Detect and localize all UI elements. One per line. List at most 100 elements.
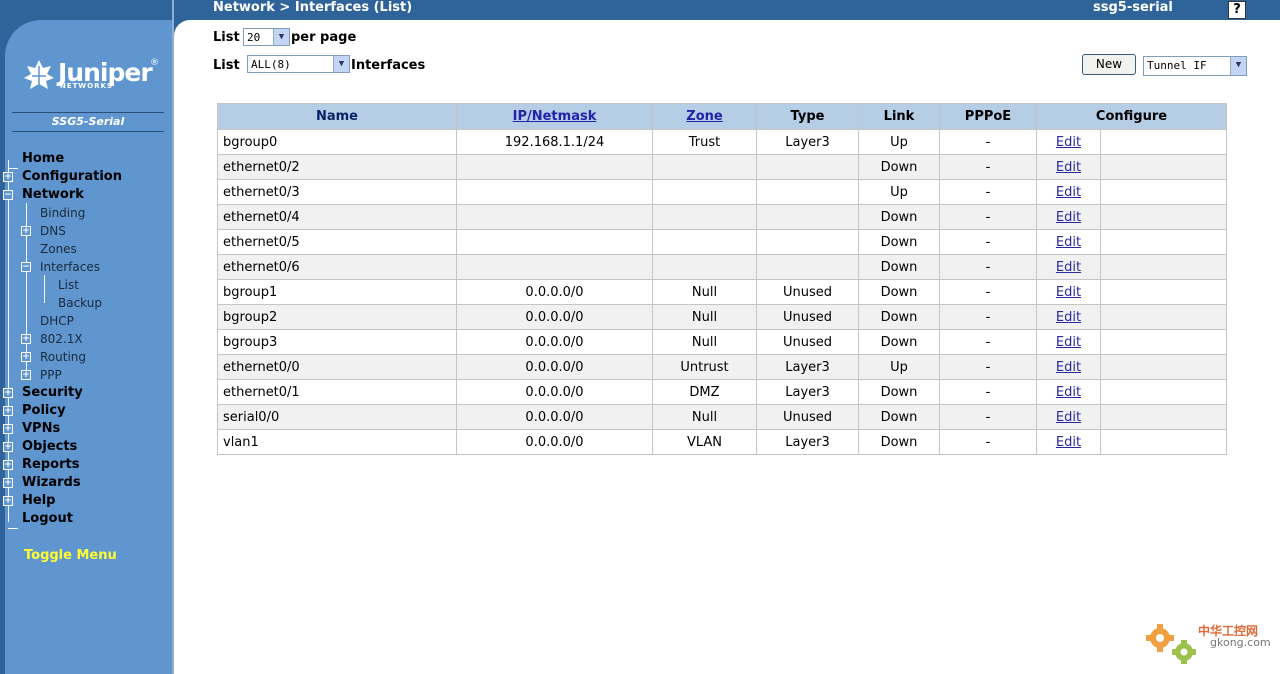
cell-configure-extra [1100, 129, 1227, 155]
expand-icon[interactable]: + [21, 334, 31, 344]
nav-item-home[interactable]: Home [22, 150, 64, 168]
sort-link-zone[interactable]: Zone [686, 109, 722, 124]
cell-configure-extra [1100, 379, 1227, 405]
edit-link[interactable]: Edit [1056, 235, 1081, 250]
cell-configure: Edit [1036, 129, 1101, 155]
table-row: vlan1 0.0.0.0/0 VLAN Layer3 Down - Edit [217, 429, 1227, 455]
cell-type [756, 254, 859, 280]
nav-item-routing[interactable]: + Routing [21, 348, 86, 366]
collapse-icon[interactable]: − [3, 190, 13, 200]
nav-label: DNS [40, 224, 66, 238]
nav-item-interfaces[interactable]: − Interfaces [21, 258, 100, 276]
expand-icon[interactable]: + [3, 406, 13, 416]
nav-item-configuration[interactable]: + Configuration [3, 168, 122, 186]
nav-item-wizards[interactable]: + Wizards [3, 474, 81, 492]
table-row: ethernet0/3 Up - Edit [217, 179, 1227, 205]
nav-item-vpns[interactable]: + VPNs [3, 420, 61, 438]
cell-zone [652, 254, 757, 280]
cell-configure-extra [1100, 254, 1227, 280]
nav-item-help[interactable]: + Help [3, 492, 55, 510]
edit-link[interactable]: Edit [1056, 210, 1081, 225]
nav-item-backup[interactable]: Backup [58, 294, 102, 312]
nav-item-ppp[interactable]: + PPP [21, 366, 62, 384]
nav-label: Interfaces [40, 260, 100, 274]
edit-link[interactable]: Edit [1056, 385, 1081, 400]
edit-link[interactable]: Edit [1056, 185, 1081, 200]
nav-item-security[interactable]: + Security [3, 384, 83, 402]
list-label-2: List [213, 58, 240, 73]
toggle-menu-link[interactable]: Toggle Menu [24, 548, 117, 563]
interface-filter-select[interactable]: ALL(8) ▼ [247, 55, 350, 73]
edit-link[interactable]: Edit [1056, 260, 1081, 275]
expand-icon[interactable]: + [3, 388, 13, 398]
cell-zone [652, 204, 757, 230]
cell-ip: 0.0.0.0/0 [456, 304, 653, 330]
table-row: bgroup3 0.0.0.0/0 Null Unused Down - Edit [217, 329, 1227, 355]
watermark-domain: gkong.com [1210, 636, 1271, 649]
chevron-down-icon[interactable]: ▼ [273, 29, 289, 45]
cell-configure: Edit [1036, 204, 1101, 230]
expand-icon[interactable]: + [3, 496, 13, 506]
nav-item-network[interactable]: − Network [3, 186, 84, 204]
nav-item-objects[interactable]: + Objects [3, 438, 77, 456]
interfaces-label: Interfaces [351, 58, 426, 73]
edit-link[interactable]: Edit [1056, 285, 1081, 300]
cell-configure: Edit [1036, 429, 1101, 455]
expand-icon[interactable]: + [21, 226, 31, 236]
edit-link[interactable]: Edit [1056, 160, 1081, 175]
table-row: ethernet0/6 Down - Edit [217, 254, 1227, 280]
interface-type-select[interactable]: Tunnel IF ▼ [1143, 56, 1247, 76]
nav-label: VPNs [22, 421, 61, 436]
expand-icon[interactable]: + [3, 424, 13, 434]
edit-link[interactable]: Edit [1056, 435, 1081, 450]
edit-link[interactable]: Edit [1056, 410, 1081, 425]
nav-item-zones[interactable]: Zones [40, 240, 77, 258]
nav-item-dns[interactable]: + DNS [21, 222, 66, 240]
chevron-down-icon[interactable]: ▼ [1230, 57, 1246, 75]
expand-icon[interactable]: + [21, 352, 31, 362]
per-page-select[interactable]: 20 ▼ [243, 28, 290, 46]
edit-link[interactable]: Edit [1056, 360, 1081, 375]
col-header-ip[interactable]: IP/Netmask [456, 103, 653, 130]
nav-label: Reports [22, 457, 80, 472]
cell-configure-extra [1100, 279, 1227, 305]
cell-link: Up [858, 354, 940, 380]
nav-item-list[interactable]: List [58, 276, 79, 294]
cell-name: ethernet0/1 [217, 379, 457, 405]
cell-pppoe: - [939, 429, 1037, 455]
watermark: 中华工控网 gkong.com [1140, 614, 1274, 670]
col-header-type: Type [756, 103, 859, 130]
new-button[interactable]: New [1082, 54, 1136, 75]
help-button[interactable]: ? [1228, 1, 1246, 19]
col-header-zone[interactable]: Zone [652, 103, 757, 130]
sort-link-ip[interactable]: IP/Netmask [513, 109, 597, 124]
col-header-name[interactable]: Name [217, 103, 457, 130]
nav-item-reports[interactable]: + Reports [3, 456, 80, 474]
nav-item-logout[interactable]: Logout [22, 510, 73, 528]
cell-zone: Null [652, 304, 757, 330]
cell-link: Down [858, 254, 940, 280]
model-divider-bottom [12, 131, 164, 132]
expand-icon[interactable]: + [3, 460, 13, 470]
expand-icon[interactable]: + [21, 370, 31, 380]
nav-item-binding[interactable]: Binding [40, 204, 85, 222]
cell-link: Down [858, 329, 940, 355]
chevron-down-icon[interactable]: ▼ [333, 56, 349, 72]
expand-icon[interactable]: + [3, 442, 13, 452]
cell-ip: 0.0.0.0/0 [456, 429, 653, 455]
table-row: ethernet0/4 Down - Edit [217, 204, 1227, 230]
nav-item-8021x[interactable]: + 802.1X [21, 330, 83, 348]
nav-item-dhcp[interactable]: DHCP [40, 312, 74, 330]
collapse-icon[interactable]: − [21, 262, 31, 272]
model-divider-top [12, 112, 164, 113]
table-row: ethernet0/2 Down - Edit [217, 154, 1227, 180]
edit-link[interactable]: Edit [1056, 335, 1081, 350]
table-row: bgroup0 192.168.1.1/24 Trust Layer3 Up - Edit [217, 129, 1227, 155]
cell-ip [456, 229, 653, 255]
cell-configure: Edit [1036, 279, 1101, 305]
expand-icon[interactable]: + [3, 478, 13, 488]
expand-icon[interactable]: + [3, 172, 13, 182]
edit-link[interactable]: Edit [1056, 310, 1081, 325]
nav-item-policy[interactable]: + Policy [3, 402, 66, 420]
edit-link[interactable]: Edit [1056, 135, 1081, 150]
